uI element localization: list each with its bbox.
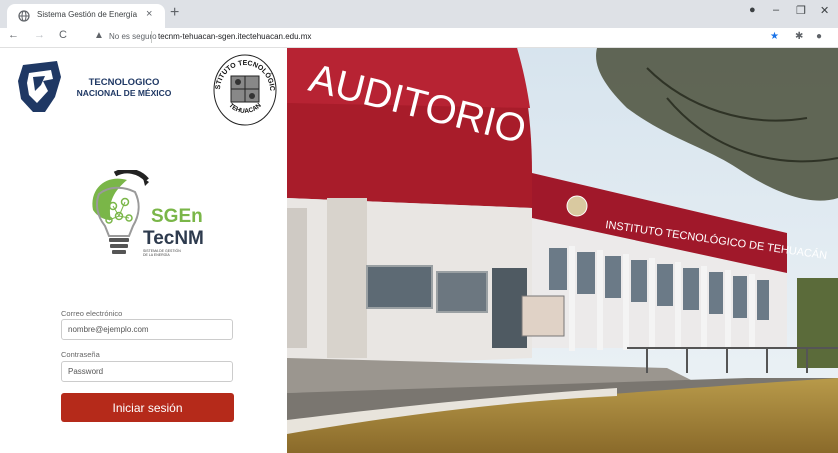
sgen-subtitle-2: DE LA ENERGÍA <box>143 253 170 257</box>
forward-button[interactable]: → <box>34 29 45 41</box>
address-separator <box>151 31 152 43</box>
address-bar[interactable]: ▲ No es seguro tecnm-tehuacan-sgen.itect… <box>88 29 778 46</box>
maximize-button[interactable]: ❐ <box>796 4 806 17</box>
globe-icon <box>18 10 30 22</box>
tab-close-icon[interactable]: × <box>146 8 152 20</box>
institute-seal-icon: INSTITUTO TECNOLÓGICO TEHUACAN <box>212 52 277 126</box>
close-window-button[interactable]: ✕ <box>820 4 829 17</box>
sgen-lightbulb-logo-icon: SGEn TecNM SISTEMA DE GESTIÓN DE LA ENER… <box>92 170 204 257</box>
account-icon[interactable]: ● <box>816 31 822 42</box>
tecnm-wordmark: TECNOLOGICO NACIONAL DE MÉXICO <box>70 77 178 99</box>
reload-button[interactable]: C <box>59 29 67 41</box>
minimize-button[interactable]: – <box>773 4 779 16</box>
browser-toolbar: ← → C ▲ No es seguro tecnm-tehuacan-sgen… <box>0 28 838 48</box>
sgen-brand: TecNM <box>143 228 204 249</box>
tecnm-line-2: NACIONAL DE MÉXICO <box>76 88 172 98</box>
email-field[interactable] <box>61 319 233 340</box>
campus-photo: INSTITUTO TECNOLÓGICO DE TEHUACÁN AUDITO… <box>287 48 838 453</box>
browser-tab-strip: Sistema Gestión de Energía × + ● – ❐ ✕ <box>0 0 838 28</box>
back-button[interactable]: ← <box>8 29 19 41</box>
url-text[interactable]: tecnm-tehuacan-sgen.itectehuacan.edu.mx <box>158 32 311 41</box>
tab-title: Sistema Gestión de Energía <box>37 10 138 19</box>
warning-icon[interactable]: ▲ <box>94 30 104 41</box>
tecnm-eagle-logo-icon <box>18 61 61 112</box>
login-button[interactable]: Iniciar sesión <box>61 393 234 422</box>
auditorium-building-image: INSTITUTO TECNOLÓGICO DE TEHUACÁN AUDITO… <box>287 48 838 453</box>
extensions-icon[interactable]: ✱ <box>795 31 803 42</box>
tecnm-line-1: TECNOLOGICO <box>88 77 160 88</box>
login-panel: TECNOLOGICO NACIONAL DE MÉXICO INSTITUTO… <box>0 48 287 453</box>
sgen-name: SGEn <box>151 206 203 227</box>
password-label: Contraseña <box>61 350 100 359</box>
profile-icon[interactable]: ● <box>749 4 756 16</box>
browser-tab[interactable]: Sistema Gestión de Energía × <box>7 4 165 28</box>
password-field[interactable] <box>61 361 233 382</box>
new-tab-button[interactable]: + <box>170 4 179 22</box>
email-label: Correo electrónico <box>61 309 123 318</box>
security-status[interactable]: No es seguro <box>109 32 157 41</box>
bookmark-star-icon[interactable]: ★ <box>770 31 779 42</box>
